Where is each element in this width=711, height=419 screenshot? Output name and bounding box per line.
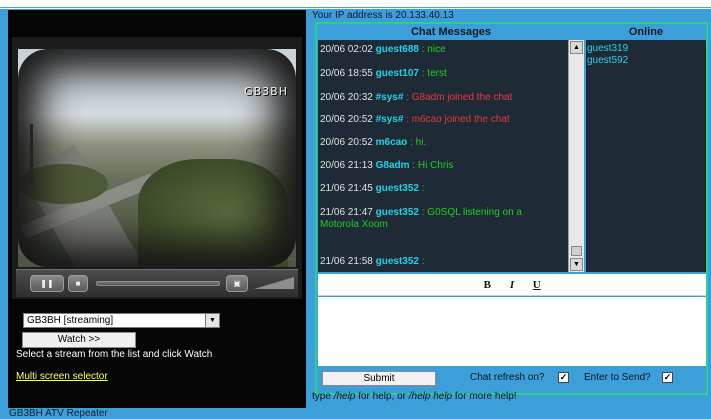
help-text: for more help! xyxy=(452,391,517,402)
chat-message: 20/06 20:32 #sys# : G8adm joined the cha… xyxy=(320,92,560,104)
message-nick: guest688 xyxy=(375,44,419,55)
message-timestamp: 21/06 21:45 xyxy=(320,183,376,194)
italic-button[interactable]: I xyxy=(501,274,523,296)
top-divider xyxy=(0,7,711,8)
formatting-toolbar: B I U xyxy=(318,274,706,296)
refresh-checkbox[interactable]: ✓ xyxy=(558,372,569,383)
chat-message: 20/06 21:13 G8adm : Hi Chris xyxy=(320,160,560,172)
multi-screen-link[interactable]: Multi screen selector xyxy=(16,371,108,382)
message-text: : Hi Chris xyxy=(409,160,454,171)
message-nick: guest107 xyxy=(375,68,419,79)
scroll-thumb[interactable] xyxy=(571,246,582,256)
message-timestamp: 20/06 20:52 xyxy=(320,114,376,125)
online-user-list: guest319 guest592 xyxy=(586,40,706,272)
message-nick: guest352 xyxy=(375,256,419,267)
volume-slider[interactable] xyxy=(254,277,294,289)
message-timestamp: 20/06 02:02 xyxy=(320,44,376,55)
chevron-down-icon[interactable]: ▼ xyxy=(205,314,219,327)
submit-button[interactable]: Submit xyxy=(322,371,436,386)
message-nick: m6cao xyxy=(375,137,408,148)
chat-message: 21/06 21:45 guest352 : xyxy=(320,183,560,195)
help-command: /help help xyxy=(408,391,453,402)
message-text: : terst xyxy=(418,68,447,79)
page-footer: GB3BH ATV Repeater xyxy=(9,408,108,419)
chat-scrollbar[interactable]: ▲ ▼ xyxy=(568,40,584,272)
online-header: Online xyxy=(628,26,664,38)
message-timestamp: 20/06 21:13 xyxy=(320,160,376,171)
message-timestamp: 20/06 20:52 xyxy=(320,137,376,148)
camera-callsign-overlay: GB3BH xyxy=(244,85,288,98)
message-text: : xyxy=(418,256,425,267)
stream-select-value: GB3BH [streaming] xyxy=(27,315,114,326)
help-hint: type /help for help, or /help help for m… xyxy=(312,391,517,402)
message-nick: guest352 xyxy=(375,183,419,194)
message-timestamp: 21/06 21:58 xyxy=(320,256,376,267)
video-player[interactable]: GB3BH ❚❚ ■ ▣ xyxy=(12,37,302,299)
enter-to-send-label: Enter to Send? xyxy=(584,372,651,383)
camera-feed: GB3BH xyxy=(18,49,296,267)
online-user: guest319 xyxy=(587,43,629,54)
chat-message: 20/06 20:52 #sys# : m6cao joined the cha… xyxy=(320,114,560,126)
refresh-label: Chat refresh on? xyxy=(470,372,545,383)
help-command: /help xyxy=(333,391,356,402)
stream-select[interactable]: GB3BH [streaming] ▼ xyxy=(23,313,220,328)
message-nick: #sys# xyxy=(375,92,404,103)
seek-bar[interactable] xyxy=(96,281,220,286)
message-text: : xyxy=(418,183,425,194)
chat-message-list[interactable]: 20/06 02:02 guest688 : nice 20/06 18:55 g… xyxy=(318,40,568,272)
message-timestamp: 20/06 18:55 xyxy=(320,68,376,79)
player-controls: ❚❚ ■ ▣ xyxy=(16,269,298,297)
message-text: : G8adm joined the chat xyxy=(403,92,513,103)
fullscreen-button[interactable]: ▣ xyxy=(226,275,248,292)
message-input[interactable] xyxy=(318,297,706,366)
scroll-up-icon[interactable]: ▲ xyxy=(570,41,583,54)
pause-button[interactable]: ❚❚ xyxy=(30,275,64,292)
chat-message: 21/06 21:58 guest352 : xyxy=(320,256,560,268)
watch-button[interactable]: Watch >> xyxy=(22,332,136,348)
message-text: : nice xyxy=(418,44,446,55)
help-text: type xyxy=(312,391,334,402)
chat-message: 20/06 02:02 guest688 : nice xyxy=(320,44,560,56)
select-stream-hint: Select a stream from the list and click … xyxy=(16,349,213,360)
message-text: : hi. xyxy=(407,137,427,148)
message-timestamp: 21/06 21:47 xyxy=(320,207,376,218)
chat-message: 21/06 21:47 guest352 : G0SQL listening o… xyxy=(320,207,560,231)
message-nick: #sys# xyxy=(375,114,404,125)
online-user: guest592 xyxy=(587,55,629,66)
enter-to-send-checkbox[interactable]: ✓ xyxy=(662,372,673,383)
chat-message: 20/06 20:52 m6cao : hi. xyxy=(320,137,560,149)
underline-button[interactable]: U xyxy=(526,274,548,296)
message-nick: G8adm xyxy=(375,160,410,171)
stop-button[interactable]: ■ xyxy=(68,275,88,292)
chat-message: 20/06 18:55 guest107 : terst xyxy=(320,68,560,80)
chat-messages-header: Chat Messages xyxy=(410,26,492,38)
message-nick: guest352 xyxy=(375,207,419,218)
message-timestamp: 20/06 20:32 xyxy=(320,92,376,103)
message-text: : m6cao joined the chat xyxy=(403,114,510,125)
help-text: for help, or xyxy=(355,391,409,402)
ip-address-text: Your IP address is 20.133.40.13 xyxy=(312,10,454,21)
scroll-down-icon[interactable]: ▼ xyxy=(570,258,583,271)
lens-vignette xyxy=(18,49,296,267)
bold-button[interactable]: B xyxy=(476,274,498,296)
